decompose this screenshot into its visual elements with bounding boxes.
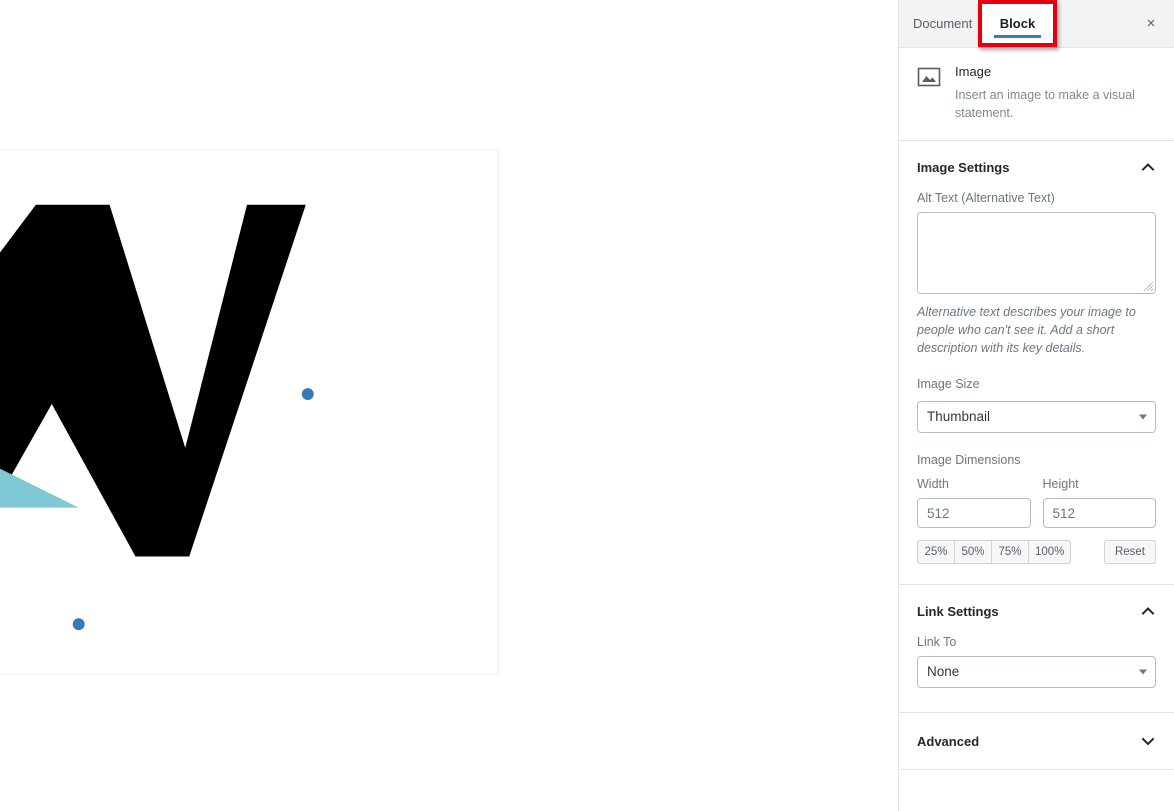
block-info-text: Image Insert an image to make a visual s… (955, 64, 1158, 122)
image-dimension-actions: 25% 50% 75% 100% Reset (917, 540, 1156, 564)
image-preview-graphic (0, 150, 498, 674)
chevron-up-icon (1138, 157, 1158, 177)
panel-link-settings: Link Settings Link To None (899, 585, 1174, 713)
blue-dot-upper (301, 388, 314, 401)
width-field-group: Width (917, 477, 1031, 528)
scale-100-button[interactable]: 100% (1028, 540, 1072, 564)
panel-body-image-settings: Alt Text (Alternative Text) Alternative … (899, 191, 1174, 584)
sidebar-tab-bar: Document Block × (899, 0, 1174, 48)
panel-header-advanced[interactable]: Advanced (899, 713, 1174, 769)
panel-advanced: Advanced (899, 713, 1174, 770)
percent-scale-button-group: 25% 50% 75% 100% (917, 540, 1072, 564)
link-to-select[interactable]: None (917, 656, 1156, 688)
alt-text-input[interactable] (917, 212, 1156, 294)
link-to-select-wrap: None (917, 656, 1156, 688)
panel-title-link-settings: Link Settings (917, 603, 999, 619)
chevron-up-icon (1138, 601, 1158, 621)
panel-header-link-settings[interactable]: Link Settings (899, 585, 1174, 635)
chevron-down-icon (1138, 731, 1158, 751)
block-description: Insert an image to make a visual stateme… (955, 88, 1135, 120)
image-dimensions-row: Width Height (917, 477, 1156, 528)
tab-document[interactable]: Document (899, 0, 986, 47)
panel-header-image-settings[interactable]: Image Settings (899, 141, 1174, 191)
panel-body-link-settings: Link To None (899, 635, 1174, 712)
width-label: Width (917, 477, 949, 491)
image-dimensions-label: Image Dimensions (917, 453, 1021, 467)
image-size-select[interactable]: Thumbnail (917, 401, 1156, 433)
blue-dot-lower (72, 618, 85, 631)
image-size-select-wrap: Thumbnail (917, 401, 1156, 433)
reset-dimensions-button[interactable]: Reset (1103, 540, 1156, 564)
alt-text-field-wrap (917, 212, 1156, 294)
close-icon[interactable]: × (1136, 8, 1166, 38)
scale-75-button[interactable]: 75% (991, 540, 1028, 564)
panel-title-image-settings: Image Settings (917, 159, 1010, 175)
block-tab-highlight-annotation: Block (978, 0, 1057, 47)
image-block-preview[interactable] (0, 149, 499, 675)
settings-sidebar: Document Block × Image Insert an image t… (898, 0, 1174, 811)
link-to-label: Link To (917, 635, 957, 649)
height-label: Height (1042, 477, 1079, 491)
image-icon (917, 65, 941, 89)
editor-canvas (0, 0, 898, 811)
alt-text-label: Alt Text (Alternative Text) (917, 191, 1055, 205)
alt-text-help: Alternative text describes your image to… (917, 305, 1136, 355)
height-input[interactable] (1042, 498, 1156, 528)
panel-image-settings: Image Settings Alt Text (Alternative Tex… (899, 141, 1174, 585)
scale-25-button[interactable]: 25% (917, 540, 954, 564)
tab-block[interactable]: Block (982, 4, 1053, 43)
height-field-group: Height (1042, 477, 1156, 528)
block-info-card: Image Insert an image to make a visual s… (899, 48, 1174, 141)
block-title: Image (955, 64, 992, 79)
image-size-label: Image Size (917, 377, 980, 391)
width-input[interactable] (917, 498, 1031, 528)
scale-50-button[interactable]: 50% (954, 540, 991, 564)
panel-title-advanced: Advanced (917, 733, 980, 749)
